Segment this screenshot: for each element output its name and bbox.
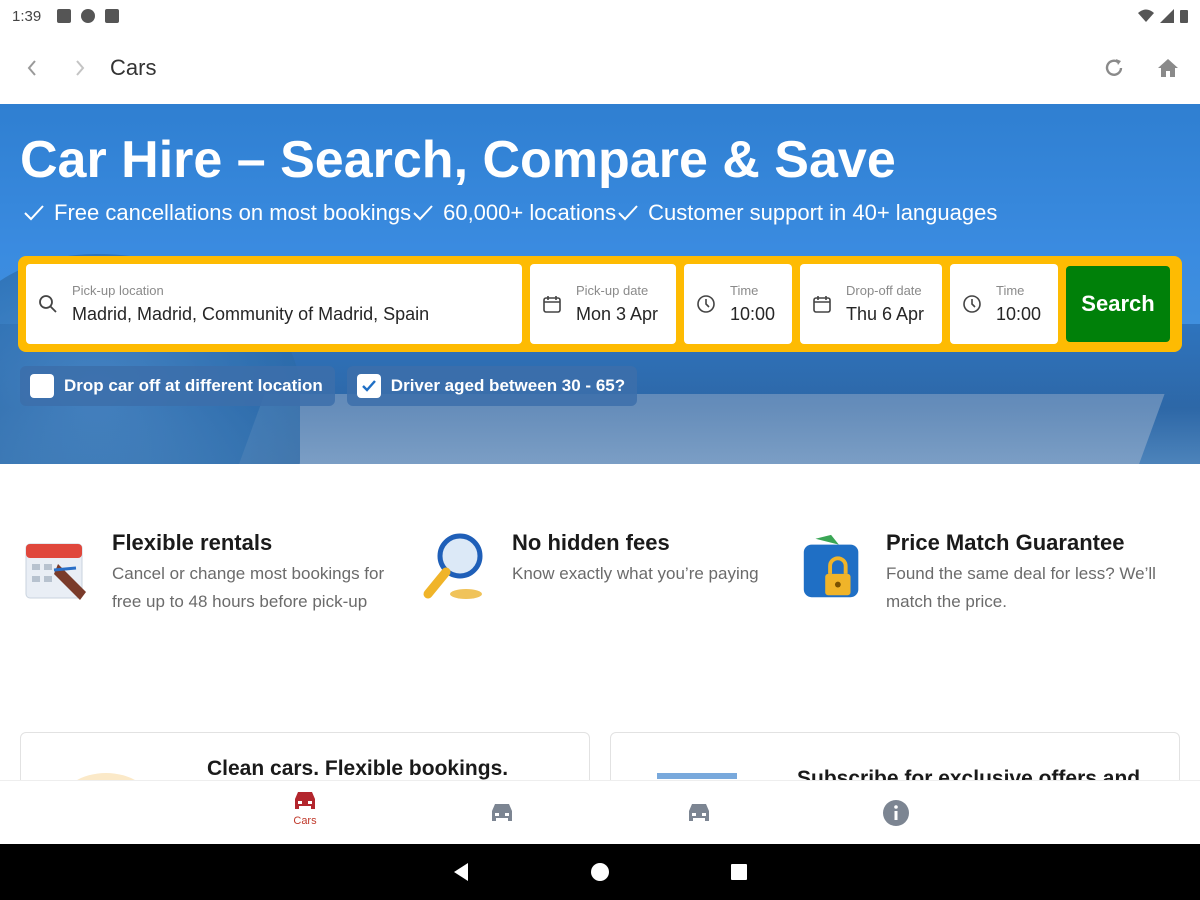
driver-age-checkbox[interactable]: [356, 374, 381, 398]
tab-car-2[interactable]: [462, 801, 542, 825]
pickup-location-label: Pick-up location: [72, 283, 164, 298]
promo-card-image: [61, 773, 151, 780]
page-title: Cars: [110, 55, 157, 80]
benefit-text: Know exactly what you’re paying: [512, 564, 759, 583]
app-notification-icon: [81, 9, 96, 23]
promo-card[interactable]: Subscribe for exclusive offers and: [610, 732, 1180, 780]
feature-item: Free cancellations on most bookings: [22, 200, 411, 226]
refresh-button[interactable]: [1094, 48, 1134, 88]
bottom-navigation: Cars: [0, 780, 1200, 844]
search-icon: [39, 295, 57, 313]
pickup-time-label: Time: [730, 283, 759, 298]
pickup-location-value: Madrid, Madrid, Community of Madrid, Spa…: [72, 304, 430, 324]
benefits-section: Flexible rentals Cancel or change most b…: [0, 530, 1200, 670]
driver-age-label: Driver aged between 30 - 65?: [390, 376, 626, 395]
dropoff-date-label: Drop-off date: [846, 283, 922, 298]
refresh-icon: [1105, 59, 1123, 76]
signal-icon: [1160, 9, 1174, 23]
hero-banner: Car Hire – Search, Compare & Save Free c…: [0, 104, 1200, 464]
tab-car-3[interactable]: [659, 801, 739, 825]
dropoff-date-value: Thu 6 Apr: [846, 304, 925, 324]
different-location-checkbox[interactable]: [30, 374, 54, 398]
sim-card-icon: [105, 9, 120, 23]
promo-card-image: [657, 773, 737, 779]
search-options: Drop car off at different location Drive…: [20, 366, 638, 406]
benefit-item: Price Match Guarantee Found the same dea…: [796, 530, 1186, 616]
promo-cards: Clean cars. Flexible bookings. Subscribe…: [0, 732, 1200, 780]
magnifier-icon: [423, 533, 483, 599]
battery-icon: [1180, 10, 1188, 23]
benefit-title: Flexible rentals: [112, 530, 273, 555]
benefit-title: Price Match Guarantee: [886, 530, 1125, 555]
hero-title: Car Hire – Search, Compare & Save: [20, 131, 896, 189]
app-bar: Cars: [0, 32, 1200, 104]
check-icon: [361, 380, 376, 392]
clock-icon: [963, 295, 981, 313]
different-location-label: Drop car off at different location: [64, 376, 323, 395]
search-form: Pick-up location Madrid, Madrid, Communi…: [18, 256, 1182, 352]
calendar-icon: [813, 296, 831, 313]
benefit-item: No hidden fees Know exactly what you’re …: [420, 530, 790, 606]
check-icon: [413, 205, 433, 221]
clock-icon: [697, 295, 715, 313]
dropoff-date-field[interactable]: Drop-off date Thu 6 Apr: [800, 264, 942, 344]
wallet-lock-icon: [803, 534, 859, 598]
system-navigation-bar: [0, 844, 1200, 900]
system-home-button[interactable]: [590, 862, 610, 882]
car-icon: [689, 804, 709, 821]
pickup-date-field[interactable]: Pick-up date Mon 3 Apr: [530, 264, 676, 344]
promo-card-title: Clean cars. Flexible bookings.: [207, 757, 509, 780]
feature-label: Customer support in 40+ languages: [648, 200, 998, 225]
pickup-location-field[interactable]: Pick-up location Madrid, Madrid, Communi…: [26, 264, 522, 344]
promo-card-title: Subscribe for exclusive offers and: [797, 767, 1141, 780]
pickup-time-field[interactable]: Time 10:00: [684, 264, 792, 344]
benefit-item: Flexible rentals Cancel or change most b…: [20, 530, 410, 616]
benefit-text: Found the same deal for less? We’ll matc…: [886, 564, 1156, 611]
status-time: 1:39: [12, 7, 42, 25]
dropoff-time-value: 10:00: [996, 304, 1042, 324]
home-button[interactable]: [1148, 48, 1188, 88]
status-bar: 1:39: [0, 0, 1200, 32]
back-button[interactable]: [12, 48, 52, 88]
different-location-option[interactable]: Drop car off at different location: [20, 366, 335, 406]
tab-info[interactable]: [856, 799, 936, 827]
car-icon: [492, 804, 512, 821]
pickup-time-value: 10:00: [730, 304, 776, 324]
benefit-title: No hidden fees: [512, 530, 670, 555]
feature-item: Customer support in 40+ languages: [616, 200, 997, 226]
check-icon: [618, 205, 638, 221]
car-icon: [295, 792, 315, 809]
notification-icon: [57, 9, 72, 23]
pickup-date-value: Mon 3 Apr: [576, 304, 659, 324]
pickup-date-label: Pick-up date: [576, 283, 649, 298]
dropoff-time-label: Time: [996, 283, 1025, 298]
feature-item: 60,000+ locations: [411, 200, 616, 226]
driver-age-option[interactable]: Driver aged between 30 - 65?: [346, 366, 638, 406]
tab-cars[interactable]: Cars: [265, 789, 345, 827]
promo-card[interactable]: Clean cars. Flexible bookings.: [20, 732, 590, 780]
home-icon: [1158, 59, 1178, 77]
forward-button[interactable]: [60, 48, 100, 88]
system-recents-button[interactable]: [730, 863, 748, 881]
chevron-right-icon: [76, 60, 85, 76]
system-back-button[interactable]: [452, 862, 470, 882]
benefit-text: Cancel or change most bookings for free …: [112, 564, 385, 611]
check-icon: [24, 205, 44, 221]
dropoff-time-field[interactable]: Time 10:00: [950, 264, 1058, 344]
search-button[interactable]: Search: [1066, 266, 1170, 342]
feature-label: 60,000+ locations: [443, 200, 617, 225]
wifi-icon: [1138, 9, 1154, 22]
hero-features: Free cancellations on most bookings 60,0…: [22, 200, 997, 226]
calendar-pen-icon: [25, 543, 86, 600]
chevron-left-icon: [27, 60, 36, 76]
info-icon: [883, 800, 909, 826]
tab-cars-label: Cars: [293, 815, 317, 827]
calendar-icon: [543, 296, 561, 313]
feature-label: Free cancellations on most bookings: [54, 200, 412, 225]
